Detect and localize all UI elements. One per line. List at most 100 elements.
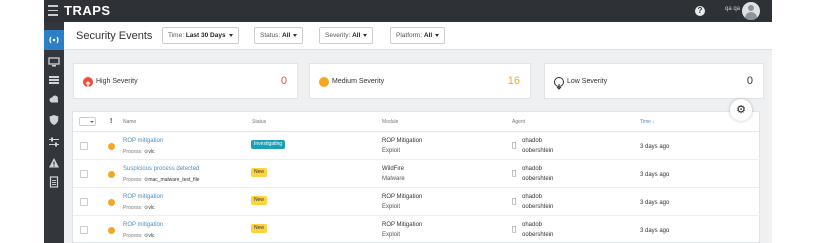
chevron-down-icon xyxy=(228,33,233,37)
table-row[interactable]: Suspicious process detected Process: ⚙ma… xyxy=(73,161,761,188)
help-icon[interactable]: ? xyxy=(695,6,705,16)
apple-icon:  xyxy=(512,197,516,205)
process-info: Process: ⚙vlc xyxy=(123,205,155,211)
module-name: ROP Mitigation xyxy=(382,138,423,144)
table-settings-button[interactable]: ⚙ xyxy=(730,99,752,121)
name-column-header[interactable]: Name xyxy=(123,119,136,125)
broadcast-icon xyxy=(49,36,59,44)
time-filter-dropdown[interactable]: Time: Last 30 Days xyxy=(162,27,239,44)
status-badge[interactable]: New xyxy=(251,168,268,177)
medium-severity-card[interactable]: Medium Severity 16 xyxy=(309,63,531,99)
row-checkbox[interactable] xyxy=(80,170,88,178)
row-checkbox[interactable] xyxy=(80,198,88,206)
time-column-header[interactable]: Time ↓ xyxy=(640,119,655,125)
sidebar-item-alerts[interactable] xyxy=(44,153,64,173)
table-row[interactable]: ROP mitigation Process: ⚙vlc New ROP Mit… xyxy=(73,189,761,216)
status-filter-dropdown[interactable]: Status: All xyxy=(254,27,304,44)
module-type: Exploit xyxy=(382,204,401,210)
high-severity-label: High Severity xyxy=(96,78,138,85)
shield-icon xyxy=(49,115,59,125)
medium-severity-icon xyxy=(108,199,115,206)
sidebar-item-endpoints[interactable] xyxy=(44,52,64,72)
module-name: WildFire xyxy=(382,166,404,172)
status-badge[interactable]: Investigating xyxy=(251,140,286,149)
top-bar: TRAPS ? qa qa xyxy=(44,0,772,22)
sliders-icon xyxy=(49,137,59,147)
agent-user: ohadob xyxy=(522,194,543,200)
low-severity-icon xyxy=(554,77,564,90)
medium-severity-icon xyxy=(108,227,115,234)
medium-severity-count: 16 xyxy=(507,75,520,87)
agent-host[interactable]: oobershtein xyxy=(522,176,553,182)
low-severity-card[interactable]: Low Severity 0 xyxy=(544,63,764,99)
avatar[interactable] xyxy=(742,2,760,20)
select-all-checkbox[interactable] xyxy=(79,117,96,126)
events-table: ! Name Status Module Agent Time ↓ ROP mi… xyxy=(72,111,761,243)
warning-icon xyxy=(49,158,59,168)
sidebar-item-events[interactable] xyxy=(44,30,64,50)
event-time: 3 days ago xyxy=(640,228,670,234)
table-header: ! Name Status Module Agent Time ↓ xyxy=(73,112,761,132)
low-severity-count: 0 xyxy=(746,75,753,87)
event-name-link[interactable]: ROP mitigation xyxy=(123,194,163,200)
status-badge[interactable]: New xyxy=(251,196,268,205)
high-severity-count: 0 xyxy=(280,75,287,87)
sidebar xyxy=(44,22,64,243)
sidebar-item-cloud[interactable] xyxy=(44,89,64,109)
agent-host[interactable]: oobershtein xyxy=(522,232,553,238)
high-severity-icon xyxy=(83,77,93,87)
event-name-link[interactable]: ROP mitigation xyxy=(123,138,163,144)
table-row[interactable]: ROP mitigation Process: ⚙vlc Investigati… xyxy=(73,133,761,160)
row-checkbox[interactable] xyxy=(80,226,88,234)
medium-severity-icon xyxy=(319,77,329,87)
medium-severity-icon xyxy=(108,171,115,178)
module-name: ROP Mitigation xyxy=(382,222,423,228)
agent-user: ohadob xyxy=(522,138,543,144)
cloud-icon xyxy=(49,95,58,103)
status-column-header[interactable]: Status xyxy=(252,119,266,125)
sidebar-item-list[interactable] xyxy=(44,70,64,90)
sidebar-item-reports[interactable] xyxy=(44,172,64,192)
module-type: Exploit xyxy=(382,232,401,238)
high-severity-card[interactable]: High Severity 0 xyxy=(73,63,298,99)
status-badge[interactable]: New xyxy=(251,224,268,233)
medium-severity-label: Medium Severity xyxy=(332,78,385,85)
app-window: TRAPS ? qa qa Security Events Time: Last… xyxy=(44,0,772,243)
sidebar-item-settings[interactable] xyxy=(44,132,64,152)
page-header: Security Events Time: Last 30 Days Statu… xyxy=(64,22,772,50)
event-name-link[interactable]: ROP mitigation xyxy=(123,222,163,228)
apple-icon:  xyxy=(512,169,516,177)
platform-filter-dropdown[interactable]: Platform: All xyxy=(390,27,446,44)
agent-column-header[interactable]: Agent xyxy=(512,119,525,125)
list-icon xyxy=(49,76,59,84)
table-row[interactable]: ROP mitigation Process: ⚙vlc New ROP Mit… xyxy=(73,217,761,243)
event-time: 3 days ago xyxy=(640,172,670,178)
chevron-down-icon xyxy=(293,33,298,37)
module-column-header[interactable]: Module xyxy=(382,119,398,125)
menu-icon[interactable] xyxy=(48,5,58,17)
process-info: Process: ⚙mac_malware_test_file xyxy=(123,177,200,183)
event-name-link[interactable]: Suspicious process detected xyxy=(123,166,199,172)
apple-icon:  xyxy=(512,141,516,149)
event-time: 3 days ago xyxy=(640,144,670,150)
agent-user: ohadob xyxy=(522,166,543,172)
event-time: 3 days ago xyxy=(640,200,670,206)
row-checkbox[interactable] xyxy=(80,142,88,150)
chevron-down-icon xyxy=(90,121,94,123)
chevron-down-icon xyxy=(363,33,368,37)
agent-user: ohadob xyxy=(522,222,543,228)
sidebar-item-policies[interactable] xyxy=(44,110,64,130)
severity-column-header[interactable]: ! xyxy=(110,118,112,125)
agent-host[interactable]: oobershtein xyxy=(522,148,553,154)
user-name[interactable]: qa qa xyxy=(725,6,740,12)
agent-host[interactable]: oobershtein xyxy=(522,204,553,210)
page-title: Security Events xyxy=(76,30,153,42)
chevron-down-icon xyxy=(435,33,440,37)
severity-filter-dropdown[interactable]: Severity: All xyxy=(319,27,374,44)
monitor-icon xyxy=(48,57,60,67)
module-name: ROP Mitigation xyxy=(382,194,423,200)
process-info: Process: ⚙vlc xyxy=(123,149,155,155)
medium-severity-icon xyxy=(108,143,115,150)
low-severity-label: Low Severity xyxy=(567,78,608,85)
module-type: Malware xyxy=(382,176,405,182)
